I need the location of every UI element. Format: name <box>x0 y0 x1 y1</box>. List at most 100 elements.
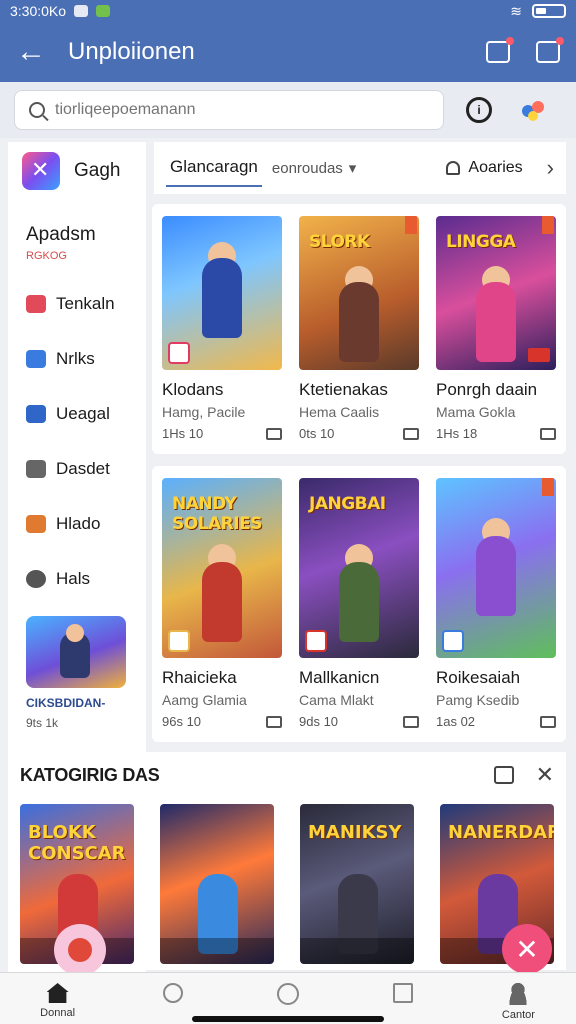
home-indicator[interactable] <box>192 1016 384 1022</box>
search-row: i <box>0 82 576 138</box>
edit-button[interactable] <box>536 37 564 63</box>
download-icon[interactable] <box>403 427 419 440</box>
game-thumbnail: LINGGA <box>436 216 556 370</box>
app-label: Gagh <box>74 160 121 181</box>
download-icon[interactable] <box>266 427 282 440</box>
game-meta: 1Hs 10 <box>162 426 204 441</box>
nav-profile[interactable]: Cantor <box>461 973 576 1024</box>
game-subtitle: Hema Caalis <box>299 404 380 420</box>
status-time: 3:30:0Ko <box>10 3 67 19</box>
sidebar-section-title: Apadsm <box>26 224 96 245</box>
game-thumbnail: JANGBAI <box>299 478 419 658</box>
chevron-down-icon: ▾ <box>348 160 357 177</box>
tab-alerts[interactable]: Aoaries <box>446 159 523 177</box>
game-meta: 0ts 10 <box>299 426 335 441</box>
game-title: Mallkanicn <box>299 668 380 687</box>
game-card[interactable]: NANDY SOLARIES Rhaicieka Aamg Glamia 96s… <box>162 478 282 729</box>
game-subtitle: Aamg Glamia <box>162 692 247 708</box>
game-card[interactable]: JANGBAI Mallkanicn Cama Mlakt 9ds 10 <box>299 478 419 729</box>
sidebar-item[interactable]: Dasdet <box>8 441 146 496</box>
game-logo: BLOKK CONSCAR <box>28 822 126 864</box>
info-button[interactable]: i <box>466 97 492 123</box>
game-subtitle: Pamg Ksedib <box>436 692 520 708</box>
download-icon[interactable] <box>540 715 556 728</box>
game-meta: 9ds 10 <box>299 714 339 729</box>
game-subtitle: Cama Mlakt <box>299 692 374 708</box>
game-title: Rhaicieka <box>162 668 237 687</box>
game-meta: 96s 10 <box>162 714 202 729</box>
status-bar: 3:30:0Ko ≋ <box>0 0 576 22</box>
search-box[interactable] <box>14 90 444 130</box>
search-input[interactable] <box>55 101 415 119</box>
game-card[interactable]: SLORK Ktetienakas Hema Caalis 0ts 10 <box>299 216 419 441</box>
battery-icon <box>532 4 566 18</box>
fab-close-button[interactable]: ✕ <box>502 924 552 974</box>
sidebar-item[interactable]: Hlado <box>8 496 146 551</box>
back-button[interactable]: ← <box>16 37 50 67</box>
heart-icon <box>168 342 190 364</box>
game-card[interactable]: LINGGA Ponrgh daain Mama Gokla 1Hs 18 <box>436 216 556 441</box>
sidebar-section-subtitle: RGKOG <box>26 250 67 262</box>
section-title: KATOGIRIG DAS <box>20 764 160 785</box>
category-thumbnail[interactable] <box>160 804 274 964</box>
download-icon[interactable] <box>266 715 282 728</box>
arrow-left-icon: ← <box>16 35 46 68</box>
wifi-icon: ≋ <box>510 2 522 19</box>
promo-title: CIKSBDIDAN- <box>26 696 106 710</box>
game-thumbnail: NANDY SOLARIES <box>162 478 282 658</box>
download-icon[interactable] <box>403 715 419 728</box>
sidebar-item[interactable]: Tenkaln <box>8 276 146 331</box>
sidebar-item[interactable]: Ueagal <box>8 386 146 441</box>
add-icon[interactable] <box>493 766 514 784</box>
game-thumbnail <box>162 216 282 370</box>
app-notification-icon <box>96 5 111 17</box>
person-icon <box>507 983 530 1005</box>
game-card[interactable]: Roikesaiah Pamg Ksedib 1as 02 <box>436 478 556 729</box>
game-title: Klodans <box>162 380 224 399</box>
close-icon[interactable]: ✕ <box>536 762 554 788</box>
game-logo: MANIKSY <box>308 822 402 843</box>
mascot-button[interactable] <box>518 95 548 125</box>
game-title: Ponrgh daain <box>436 380 538 399</box>
gamepad-icon <box>26 459 46 478</box>
fab-left-button[interactable] <box>54 924 106 976</box>
game-meta: 1Hs 18 <box>436 426 478 441</box>
game-grid-1: Klodans Hamg, Pacile 1Hs 10 SLORK Ktetie… <box>152 204 566 454</box>
app-logo-icon <box>22 152 60 190</box>
search-icon <box>29 102 45 118</box>
download-icon[interactable] <box>540 427 556 440</box>
game-title: Ktetienakas <box>299 380 388 399</box>
promo-thumbnail[interactable] <box>26 616 126 688</box>
category-thumbnail[interactable]: MANIKSY <box>300 804 414 964</box>
app-bar: ← Unploiionen <box>0 22 576 82</box>
close-icon: ✕ <box>515 933 539 965</box>
game-logo: SLORK <box>309 232 370 252</box>
nav-home[interactable]: Donnal <box>0 973 115 1024</box>
game-subtitle: Hamg, Pacile <box>162 404 246 420</box>
sidebar-item[interactable]: Nrlks <box>8 331 146 386</box>
mail-icon <box>26 294 46 313</box>
game-grid-2: NANDY SOLARIES Rhaicieka Aamg Glamia 96s… <box>152 466 566 742</box>
tab-active[interactable]: Glancaragn <box>166 149 262 187</box>
game-logo: NANDY SOLARIES <box>172 494 262 534</box>
record-icon <box>68 938 92 962</box>
game-title: Roikesaiah <box>436 668 521 687</box>
game-thumbnail <box>436 478 556 658</box>
chevron-right-icon[interactable]: › <box>547 155 554 181</box>
document-icon <box>26 349 46 368</box>
badge-dot <box>556 37 564 45</box>
bell-icon <box>446 161 461 175</box>
tab-dropdown[interactable]: eonroudas ▾ <box>272 159 357 178</box>
sidebar-item[interactable]: Hals <box>8 551 146 606</box>
home-icon <box>46 983 69 1003</box>
game-logo: LINGGA <box>446 232 516 252</box>
camera-button[interactable] <box>486 37 514 63</box>
search-icon <box>26 569 46 588</box>
promo-meta: 9ts 1k <box>26 716 59 730</box>
game-subtitle: Mama Gokla <box>436 404 516 420</box>
app-chip[interactable]: Gagh <box>8 142 146 200</box>
game-logo: NANERDAR <box>448 822 554 843</box>
game-card[interactable]: Klodans Hamg, Pacile 1Hs 10 <box>162 216 282 441</box>
notification-icon <box>74 5 89 17</box>
chat-icon <box>26 404 46 423</box>
